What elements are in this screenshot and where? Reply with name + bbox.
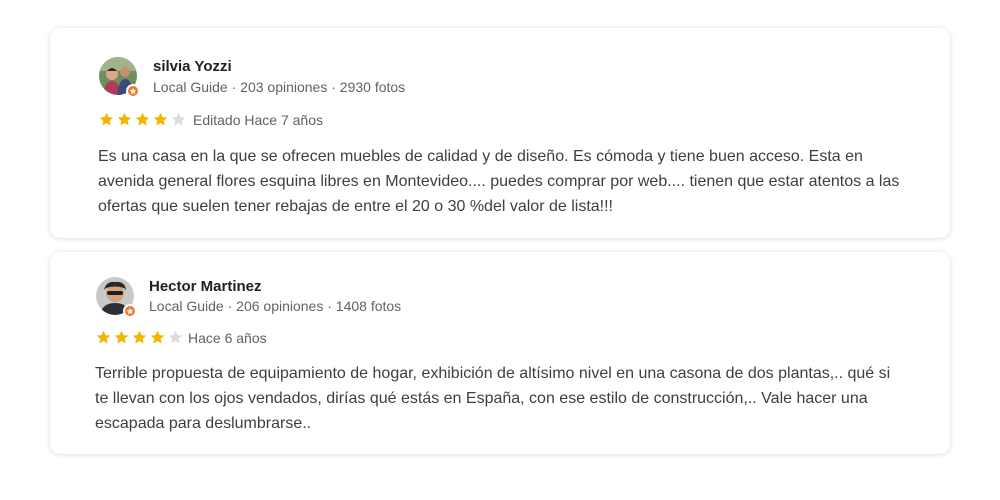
review-card: silvia Yozzi Local Guide · 203 opiniones… [50,28,950,238]
review-author-meta: Local Guide · 206 opiniones · 1408 fotos [149,298,402,314]
user-avatar-icon[interactable] [99,57,140,98]
review-card: Hector Martinez Local Guide · 206 opinio… [50,252,950,454]
star-rating [98,111,187,128]
user-avatar-icon[interactable] [96,277,137,318]
star-filled-icon [114,330,129,344]
star-filled-icon [96,330,111,344]
reviews-page: silvia Yozzi Local Guide · 203 opiniones… [0,0,1000,500]
review-time: Editado Hace 7 años [193,112,323,128]
star-empty-icon [171,112,186,126]
review-text: Terrible propuesta de equipamiento de ho… [95,365,891,432]
review-author-meta: Local Guide · 203 opiniones · 2930 fotos [153,79,406,95]
star-filled-icon [117,112,132,126]
review-author-name[interactable]: silvia Yozzi [153,58,232,75]
local-guide-badge-icon [126,84,140,98]
star-empty-icon [168,330,183,344]
review-time: Hace 6 años [188,330,267,346]
local-guide-badge-icon [123,304,137,318]
star-filled-icon [99,112,114,126]
star-filled-icon [132,330,147,344]
star-filled-icon [135,112,150,126]
review-author-name[interactable]: Hector Martinez [149,278,262,295]
star-rating [95,329,184,346]
review-text: Es una casa en la que se ofrecen muebles… [98,148,900,215]
star-filled-icon [153,112,168,126]
star-filled-icon [150,330,165,344]
